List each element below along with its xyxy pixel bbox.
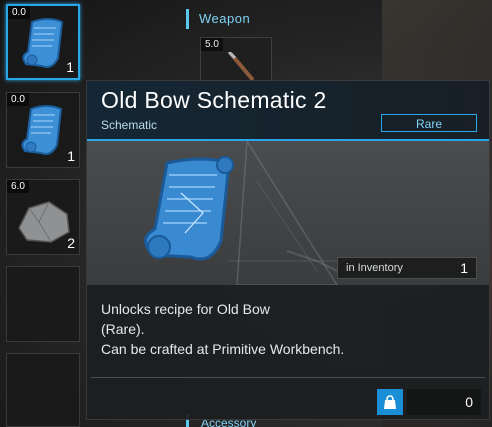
bag-button[interactable] — [377, 389, 403, 415]
tooltip-header: Old Bow Schematic 2 Schematic Rare — [87, 81, 489, 141]
slot-quantity: 1 — [67, 148, 75, 164]
weapon-slot[interactable]: 5.0 — [200, 37, 272, 82]
item-preview: in Inventory 1 — [87, 141, 489, 285]
weapon-icon — [227, 52, 255, 82]
bag-count: 0 — [407, 389, 481, 415]
slot-weight: 6.0 — [7, 180, 29, 193]
slot-quantity: 2 — [67, 235, 75, 251]
description-line: Unlocks recipe for Old Bow — [101, 301, 270, 317]
divider — [91, 377, 485, 378]
slot-weight: 5.0 — [201, 38, 223, 51]
rarity-badge: Rare — [381, 114, 477, 132]
description-line: Can be crafted at Primitive Workbench. — [101, 341, 345, 357]
item-type: Schematic — [101, 118, 158, 132]
in-inventory-count: 1 — [460, 260, 468, 276]
slot-quantity: 1 — [66, 59, 74, 75]
in-inventory-label: in Inventory — [346, 262, 403, 274]
inventory-slot-4[interactable] — [6, 266, 80, 342]
inventory-slot-3[interactable]: 6.0 2 — [6, 179, 80, 255]
description-line: (Rare). — [101, 321, 145, 337]
item-title: Old Bow Schematic 2 — [101, 87, 327, 113]
item-tooltip: Old Bow Schematic 2 Schematic Rare in In… — [86, 80, 490, 420]
inventory-slot-5[interactable] — [6, 353, 80, 427]
schematic-icon — [21, 105, 63, 155]
weapon-section-header: Weapon — [186, 9, 250, 29]
inventory-slot-1[interactable]: 0.0 1 — [6, 4, 80, 80]
item-description: Unlocks recipe for Old Bow (Rare). Can b… — [101, 299, 344, 359]
inventory-slot-2[interactable]: 0.0 1 — [6, 92, 80, 168]
in-inventory-box: in Inventory 1 — [337, 257, 477, 279]
schematic-icon — [144, 156, 234, 261]
schematic-icon — [22, 18, 64, 68]
bag-icon — [384, 395, 396, 409]
stone-icon — [18, 201, 70, 243]
